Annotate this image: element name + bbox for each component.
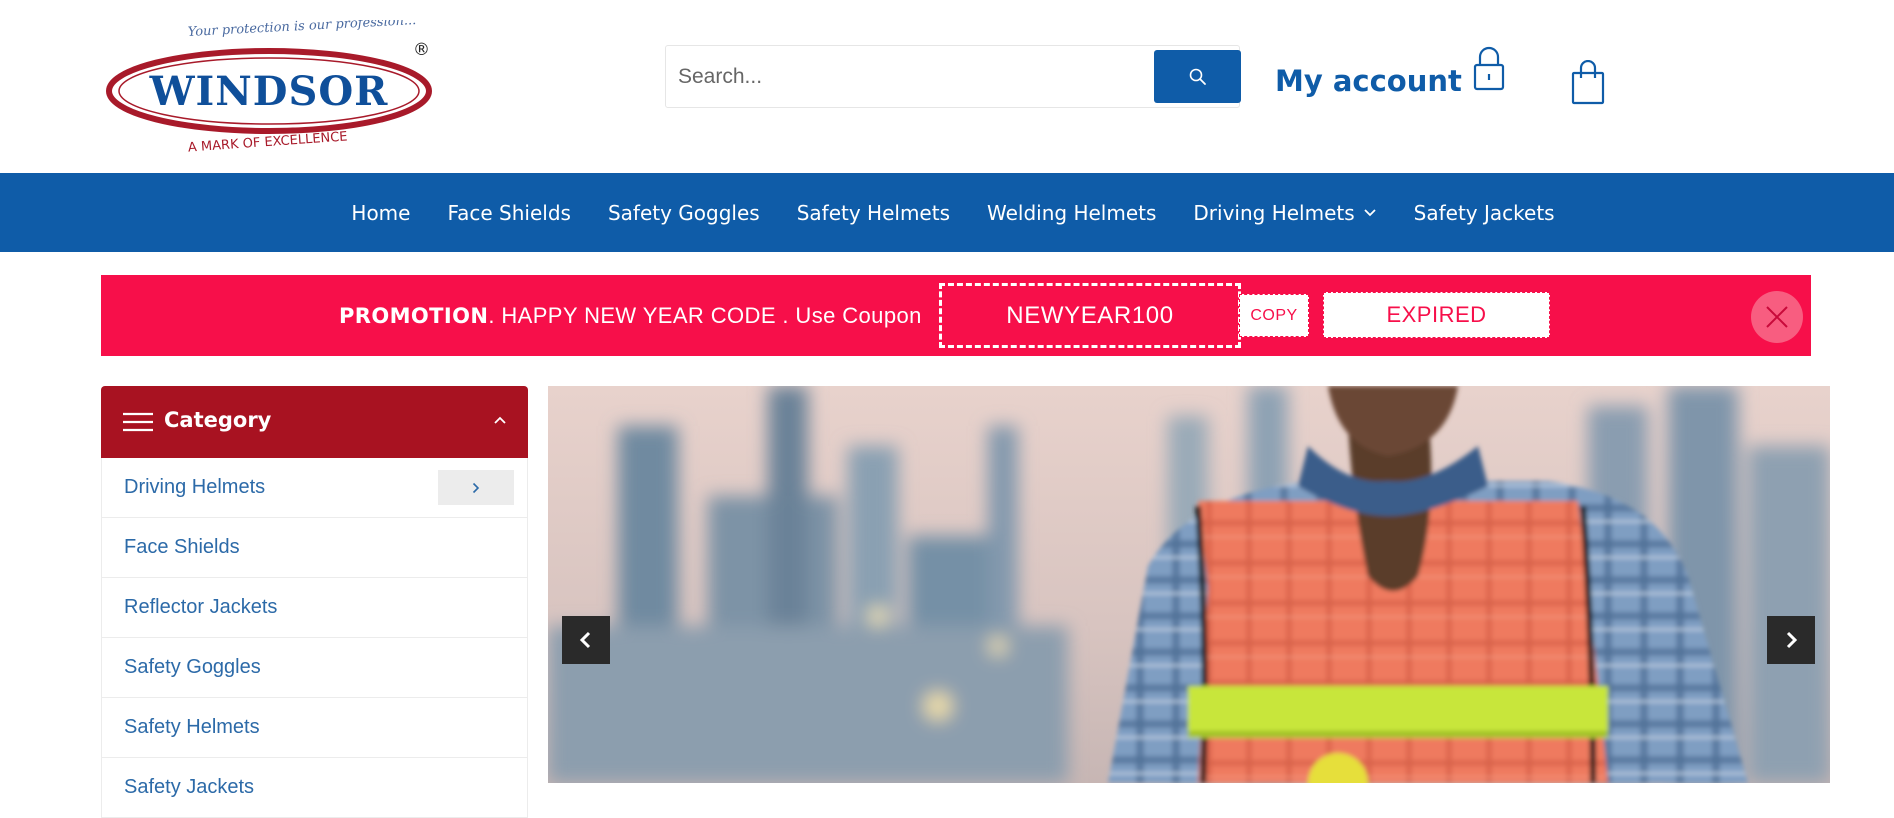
chevron-left-icon: [579, 631, 591, 649]
nav-item-label: Welding Helmets: [987, 200, 1157, 225]
slider-next-button[interactable]: [1767, 616, 1815, 664]
coupon-code[interactable]: NEWYEAR100: [939, 283, 1241, 348]
promo-text: PROMOTION. HAPPY NEW YEAR CODE . Use Cou…: [339, 303, 922, 329]
nav-item-face-shields[interactable]: Face Shields: [447, 201, 571, 225]
nav-item-safety-jackets[interactable]: Safety Jackets: [1414, 201, 1555, 225]
category-item-label: Reflector Jackets: [124, 596, 278, 618]
category-header[interactable]: Category: [101, 386, 528, 458]
expand-submenu-button[interactable]: [438, 470, 514, 505]
promo-message: . HAPPY NEW YEAR CODE . Use Coupon: [488, 303, 922, 328]
chevron-down-icon: [1364, 208, 1376, 216]
lock-icon[interactable]: [1471, 44, 1507, 92]
nav-item-label: Driving Helmets: [1193, 200, 1355, 225]
category-item-safety-helmets[interactable]: Safety Helmets: [102, 698, 527, 758]
logo-brand: WINDSOR: [149, 68, 389, 115]
nav-item-driving-helmets[interactable]: Driving Helmets: [1193, 201, 1376, 225]
nav-item-safety-helmets[interactable]: Safety Helmets: [797, 201, 950, 225]
category-item-label: Safety Helmets: [124, 716, 260, 738]
category-item-label: Safety Jackets: [124, 776, 255, 798]
promotion-banner: PROMOTION. HAPPY NEW YEAR CODE . Use Cou…: [101, 275, 1811, 356]
category-item-reflector-jackets[interactable]: Reflector Jackets: [102, 578, 527, 638]
category-title: Category: [164, 408, 272, 432]
nav-item-home[interactable]: Home: [351, 201, 410, 225]
category-item-label: Safety Goggles: [124, 656, 261, 678]
hero-slider: [548, 386, 1830, 783]
chevron-up-icon: [494, 416, 506, 424]
search-button[interactable]: [1154, 50, 1241, 103]
nav-item-label: Safety Jackets: [1413, 200, 1555, 225]
category-item-safety-jackets[interactable]: Safety Jackets: [102, 758, 527, 818]
windsor-logo[interactable]: Your protection is our profession... WIN…: [103, 20, 435, 155]
hamburger-icon: [123, 412, 153, 432]
slider-prev-button[interactable]: [562, 616, 610, 664]
category-sidebar: Category Driving Helmets Face Shields Re…: [101, 386, 528, 818]
my-account-link[interactable]: My account: [1275, 64, 1462, 98]
promo-title: PROMOTION: [339, 304, 489, 328]
main-nav: Home Face Shields Safety Goggles Safety …: [0, 173, 1894, 252]
search-icon: [1189, 68, 1206, 85]
close-promo-button[interactable]: [1751, 291, 1803, 343]
nav-item-label: Face Shields: [447, 200, 571, 225]
category-item-face-shields[interactable]: Face Shields: [102, 518, 527, 578]
close-icon: [1766, 306, 1788, 328]
hero-image: [548, 386, 1830, 783]
nav-item-safety-goggles[interactable]: Safety Goggles: [608, 201, 760, 225]
search-input[interactable]: [678, 46, 1138, 107]
category-list: Driving Helmets Face Shields Reflector J…: [101, 458, 528, 818]
nav-item-welding-helmets[interactable]: Welding Helmets: [987, 201, 1156, 225]
logo-registered: ®: [413, 40, 430, 60]
copy-button[interactable]: COPY: [1239, 294, 1309, 337]
site-header: Your protection is our profession... WIN…: [0, 0, 1894, 173]
chevron-right-icon: [472, 482, 480, 493]
category-item-safety-goggles[interactable]: Safety Goggles: [102, 638, 527, 698]
expired-status[interactable]: EXPIRED: [1323, 292, 1550, 338]
category-item-label: Driving Helmets: [124, 476, 266, 498]
nav-item-label: Safety Goggles: [607, 200, 760, 225]
nav-item-label: Safety Helmets: [796, 200, 950, 225]
category-item-label: Face Shields: [124, 536, 240, 558]
chevron-right-icon: [1786, 631, 1798, 649]
nav-item-label: Home: [351, 200, 411, 225]
logo-tagline: Your protection is our profession...: [187, 20, 416, 40]
shopping-bag-icon[interactable]: [1570, 60, 1606, 106]
category-item-driving-helmets[interactable]: Driving Helmets: [102, 458, 527, 518]
